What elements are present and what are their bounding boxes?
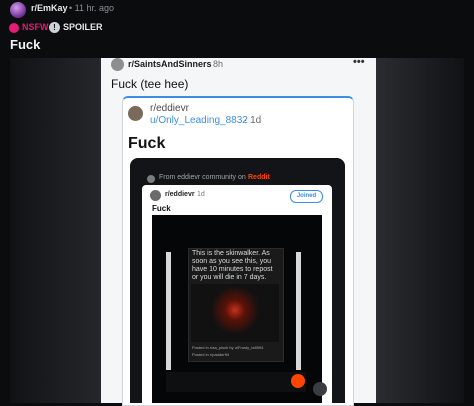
crosspost-user: u/Only_Leading_8832 [150,115,248,126]
subreddit-link[interactable]: r/EmKay [31,3,68,13]
nsfw-icon [9,23,19,33]
screenshot-title: Fuck (tee hee) [111,77,189,91]
media-blur-left [10,58,110,403]
reddit-icon [291,374,305,388]
meme-caption: This is the skinwalker. As soon as you s… [192,250,273,281]
subreddit-avatar[interactable] [10,2,26,18]
post-timestamp: • 11 hr. ago [69,3,115,13]
joined-button: Joined [290,190,323,203]
meme-footer-1: Posted in r/aa_plsch by u/Frosty_tx8994 [192,345,264,350]
screenshot-subreddit: r/SaintsAndSinners [128,59,212,69]
floating-action-icon [313,382,327,396]
skinwalker-image [191,284,279,342]
embed-reddit-link: Reddit [248,174,270,181]
embed-avatar [150,190,161,201]
embed-from-text: From eddievr community on [159,174,246,181]
embed-title: Fuck [152,204,171,213]
crosspost-subreddit: r/eddievr [150,103,189,114]
video-frame-right [296,252,301,370]
crosspost-avatar [128,106,143,121]
crosspost-time: · 1d [244,115,262,126]
embed-time: 1d [197,191,205,198]
video-frame-left [166,252,171,370]
spoiler-icon: ! [49,22,60,33]
post-title[interactable]: Fuck [10,37,40,52]
more-options-icon: ••• [353,56,365,68]
crosspost-title: Fuck [128,135,166,152]
embed-subreddit: r/eddievr [165,191,195,198]
screenshot-subreddit-avatar [111,58,124,71]
spoiler-badge: SPOILER [63,22,103,32]
nsfw-badge: NSFW [22,22,49,32]
screenshot-time: 8h [213,59,224,69]
video-shadow [166,372,306,392]
meme-footer-2: Posted in r/padder94 [192,352,230,357]
community-icon [147,175,155,183]
media-blur-right [376,58,464,403]
